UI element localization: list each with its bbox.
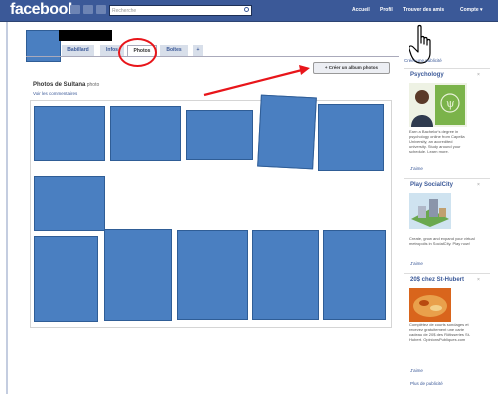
photo-thumbnail[interactable] [186,110,253,160]
ad-title[interactable]: Psychology [410,72,444,78]
nav-profile[interactable]: Profil [380,7,393,13]
red-arrow-annotation [203,65,310,97]
create-ad-link[interactable]: Créer une publicité [404,58,442,63]
messages-icon[interactable] [83,5,93,14]
photo-thumbnail[interactable] [34,106,105,161]
album-photo-count: photo [85,82,100,88]
notifications-icon[interactable] [96,5,106,14]
ad-title[interactable]: 20$ chez St-Hubert [410,277,464,283]
tab-boxes[interactable]: Boîtes [160,45,188,56]
close-icon[interactable]: × [477,182,480,188]
view-comments-link[interactable]: Voir les commentaires [33,91,77,96]
nav-account[interactable]: Compte ▾ [460,7,483,13]
tab-wall[interactable]: Babillard [62,45,94,56]
ad-image-psychology[interactable]: ψ [409,83,467,127]
sidebar-divider [404,273,490,274]
facebook-logo[interactable]: facebook [10,1,77,19]
friend-requests-icon[interactable] [70,5,80,14]
sidebar-divider [404,68,490,69]
more-ads-link[interactable]: Plus de publicité [410,381,443,386]
photo-thumbnail[interactable] [323,230,386,320]
ad-title[interactable]: Play SocialCity [410,182,453,188]
ad-description: Earn a Bachelor's degree in psychology o… [409,129,465,154]
nav-home[interactable]: Accueil [352,7,370,13]
tab-add[interactable]: + [193,45,203,56]
ad-image-food[interactable] [409,288,451,322]
photo-thumbnail[interactable] [318,104,384,171]
close-icon[interactable]: × [477,72,480,78]
profile-avatar[interactable] [26,30,61,62]
album-title: Photos de Sultana photo [33,82,99,88]
tab-divider [26,56,399,57]
photo-thumbnail[interactable] [34,176,105,231]
photo-thumbnail[interactable] [177,230,248,320]
redacted-name [59,30,112,41]
svg-text:ψ: ψ [446,97,455,110]
ad-description: Create, grow and expand your virtual met… [409,236,475,246]
ad-like-button[interactable]: J'aime [410,166,423,171]
photo-thumbnail[interactable] [110,106,181,161]
ad-like-button[interactable]: J'aime [410,368,423,373]
photo-thumbnail[interactable] [34,236,98,322]
ad-description: Complétez de courts sondages et recevez … [409,322,471,342]
close-icon[interactable]: × [477,277,480,283]
create-album-button[interactable]: + Créer un album photos [313,62,390,74]
photo-thumbnail[interactable] [252,230,319,320]
search-input[interactable]: Recherche [109,5,252,16]
left-border [6,22,8,394]
red-circle-annotation [118,38,157,67]
ad-like-button[interactable]: J'aime [410,261,423,266]
search-icon[interactable] [244,7,249,12]
album-title-text: Photos de Sultana [33,82,86,88]
photo-thumbnail[interactable] [104,229,172,321]
ad-image-socialcity[interactable] [409,193,451,229]
sidebar-divider [404,178,490,179]
nav-find-friends[interactable]: Trouver des amis [403,7,444,13]
photo-thumbnail[interactable] [257,94,317,170]
